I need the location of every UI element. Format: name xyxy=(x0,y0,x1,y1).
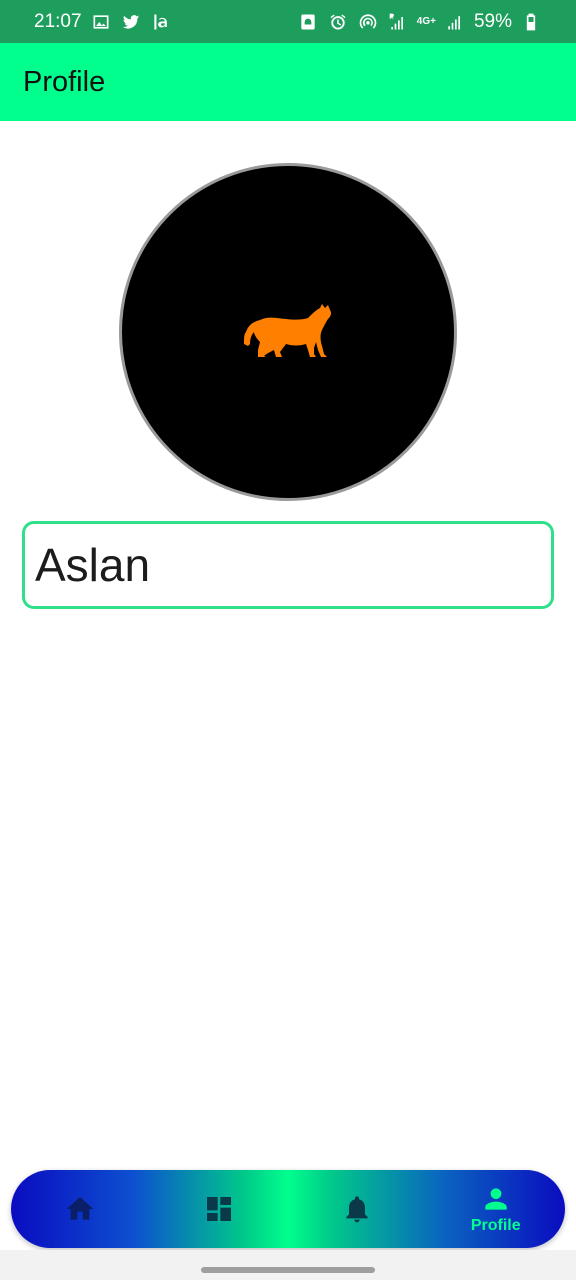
nav-item-dashboard[interactable] xyxy=(159,1170,279,1248)
status-bar: 21:07 4G+ 59% xyxy=(0,0,576,43)
status-time: 21:07 xyxy=(34,10,82,32)
status-left: 21:07 xyxy=(34,11,172,33)
nav-item-profile[interactable]: Profile xyxy=(436,1170,556,1248)
network-type: 4G+ xyxy=(416,15,436,27)
alarm-icon xyxy=(327,11,349,33)
signal-r-icon xyxy=(387,11,409,33)
name-field[interactable] xyxy=(22,521,554,609)
home-gesture-handle[interactable] xyxy=(201,1267,375,1273)
dashboard-icon xyxy=(206,1197,231,1221)
battery-icon xyxy=(520,11,542,33)
signal-icon xyxy=(444,11,466,33)
battery-percent: 59% xyxy=(473,10,512,32)
name-input[interactable] xyxy=(35,538,551,592)
la-icon xyxy=(150,11,172,33)
page-title: Profile xyxy=(23,65,106,98)
gesture-bar xyxy=(0,1250,576,1280)
android-badge-icon xyxy=(297,11,319,33)
nav-label-profile: Profile xyxy=(470,1217,521,1234)
nav-item-notifications[interactable] xyxy=(297,1170,417,1248)
person-icon xyxy=(485,1188,507,1210)
image-icon xyxy=(90,11,112,33)
profile-avatar[interactable] xyxy=(119,163,457,501)
twitter-icon xyxy=(120,11,142,33)
nav-item-home[interactable] xyxy=(20,1170,140,1248)
app-bar: Profile xyxy=(0,43,576,121)
home-icon xyxy=(66,1197,94,1220)
bottom-nav: Profile xyxy=(11,1170,565,1248)
bell-icon xyxy=(346,1196,368,1223)
hotspot-icon xyxy=(357,11,379,33)
tiger-icon xyxy=(244,304,332,357)
status-right: 4G+ 59% xyxy=(297,11,542,33)
